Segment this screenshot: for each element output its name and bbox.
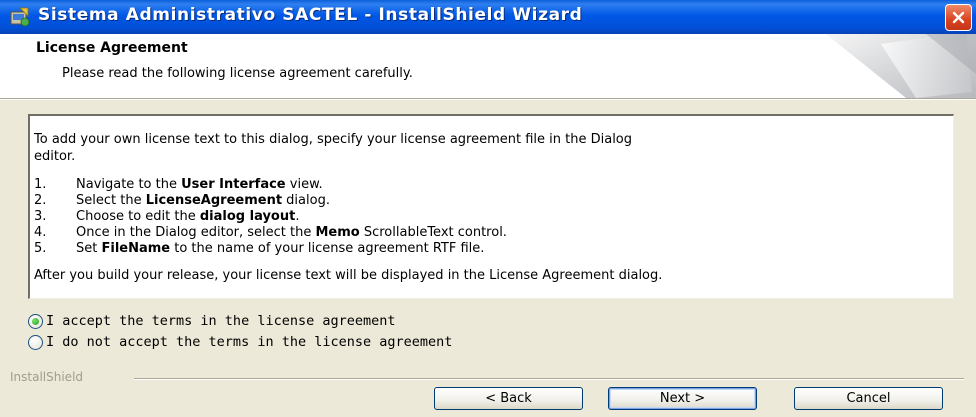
license-step: 2. Select the LicenseAgreement dialog.: [34, 193, 330, 208]
license-step: 1. Navigate to the User Interface view.: [34, 177, 323, 192]
close-button[interactable]: [945, 4, 972, 31]
close-icon: [952, 11, 965, 24]
page-subtitle: Please read the following license agreem…: [62, 66, 413, 81]
decline-radio-option[interactable]: I do not accept the terms in the license…: [28, 334, 452, 350]
license-step: 4. Once in the Dialog editor, select the …: [34, 225, 507, 240]
header-divider: [0, 98, 976, 100]
banner-graphic: [826, 34, 976, 98]
license-step: 5. Set FileName to the name of your licen…: [34, 241, 485, 256]
page-title: License Agreement: [36, 40, 188, 56]
accept-radio-option[interactable]: I accept the terms in the license agreem…: [28, 313, 396, 329]
radio-selected-icon[interactable]: [28, 313, 43, 329]
license-intro-line2: editor.: [34, 149, 76, 164]
title-bar[interactable]: Sistema Administrativo SACTEL - InstallS…: [0, 0, 976, 34]
header-banner: License Agreement Please read the follow…: [0, 34, 976, 98]
window-title: Sistema Administrativo SACTEL - InstallS…: [38, 5, 583, 25]
installer-icon: [10, 7, 30, 27]
back-button[interactable]: < Back: [434, 387, 583, 410]
radio-unselected-icon[interactable]: [28, 334, 43, 350]
decline-label[interactable]: I do not accept the terms in the license…: [46, 334, 452, 350]
footer-divider: [134, 378, 964, 380]
license-intro-line1: To add your own license text to this dia…: [34, 132, 633, 147]
next-button[interactable]: Next >: [608, 387, 757, 410]
license-step: 3. Choose to edit the dialog layout.: [34, 209, 300, 224]
license-text-box[interactable]: To add your own license text to this dia…: [28, 114, 954, 299]
license-outro: After you build your release, your licen…: [34, 268, 663, 283]
cancel-button[interactable]: Cancel: [794, 387, 943, 410]
installshield-group-label: InstallShield: [10, 370, 88, 384]
accept-label[interactable]: I accept the terms in the license agreem…: [46, 313, 396, 329]
